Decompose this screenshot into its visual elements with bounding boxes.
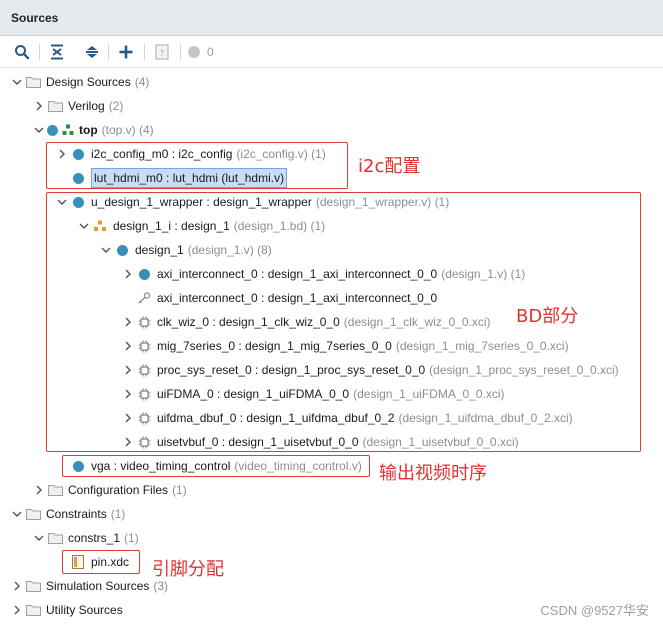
annotation-bd: BD部分 — [516, 306, 579, 327]
expand-all-icon[interactable] — [82, 42, 102, 62]
annotation-box-pin — [62, 550, 140, 574]
annotation-video: 输出视频时序 — [379, 463, 487, 484]
tree-item-verilog[interactable]: Verilog (2) — [33, 94, 123, 118]
folder-icon — [47, 94, 63, 118]
toolbar: ? 0 — [0, 36, 663, 68]
folder-icon — [25, 574, 41, 598]
annotation-box-i2c — [46, 142, 348, 189]
chevron-down-icon[interactable] — [11, 502, 23, 526]
folder-icon — [25, 502, 41, 526]
search-icon[interactable] — [12, 42, 32, 62]
tree-item-design-sources[interactable]: Design Sources (4) — [11, 70, 149, 94]
add-sources-icon[interactable] — [116, 42, 136, 62]
annotation-i2c: i2c配置 — [358, 156, 421, 177]
folder-icon — [25, 70, 41, 94]
tree-item-utility-sources[interactable]: Utility Sources — [11, 598, 123, 622]
annotation-box-video — [62, 455, 370, 477]
status-count: 0 — [207, 45, 214, 59]
status-circle-icon — [188, 46, 200, 58]
chevron-down-icon[interactable] — [33, 118, 45, 142]
chevron-right-icon[interactable] — [33, 94, 45, 118]
folder-icon — [47, 526, 63, 550]
module-dot-icon — [47, 124, 58, 136]
tree-item-constraints[interactable]: Constraints (1) — [11, 502, 125, 526]
chevron-right-icon[interactable] — [11, 598, 23, 622]
annotation-pin: 引脚分配 — [152, 559, 224, 580]
tree-item-config-files[interactable]: Configuration Files (1) — [33, 478, 187, 502]
tree-item-top[interactable]: top (top.v) (4) — [33, 118, 154, 142]
chevron-right-icon[interactable] — [33, 478, 45, 502]
folder-icon — [47, 478, 63, 502]
hierarchy-top-icon — [61, 118, 75, 142]
chevron-down-icon[interactable] — [11, 70, 23, 94]
chevron-right-icon[interactable] — [11, 574, 23, 598]
chevron-down-icon[interactable] — [33, 526, 45, 550]
panel-title: Sources — [11, 11, 59, 25]
watermark: CSDN @9527华安 — [540, 603, 649, 618]
status-counter: 0 — [188, 42, 224, 62]
collapse-all-icon[interactable] — [47, 42, 67, 62]
folder-icon — [25, 598, 41, 622]
panel-header: Sources — [0, 0, 663, 36]
tree-item-constrs-1[interactable]: constrs_1 (1) — [33, 526, 139, 550]
tree-item-sim-sources[interactable]: Simulation Sources (3) — [11, 574, 168, 598]
svg-text:?: ? — [160, 49, 165, 59]
properties-icon[interactable]: ? — [152, 42, 172, 62]
